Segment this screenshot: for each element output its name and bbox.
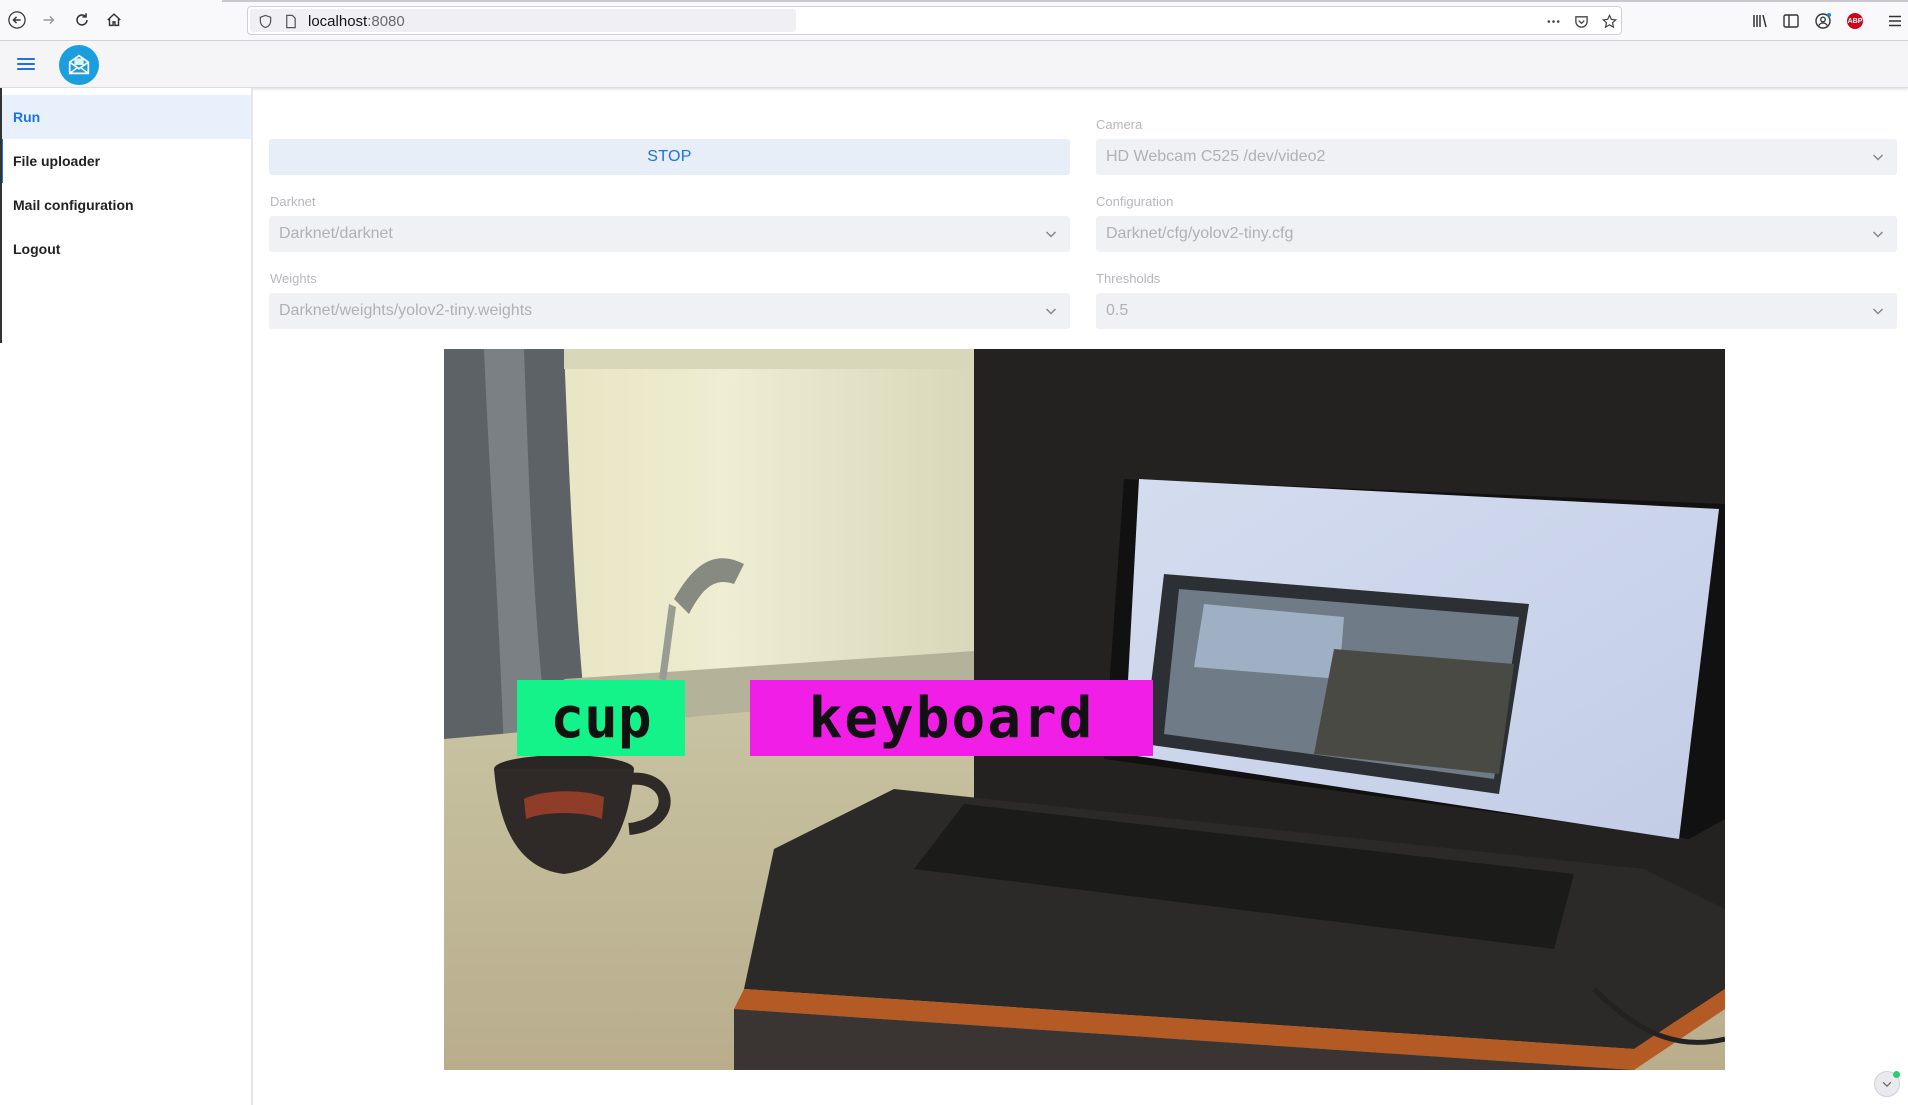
sidebar-item-label: Logout [13,241,61,257]
reload-icon [76,13,88,26]
app-menu-icon[interactable] [1885,11,1905,31]
app-header [0,41,1908,88]
detection-label-cup: cup [517,680,685,756]
bookmark-star-icon[interactable] [1600,12,1618,30]
forward-button[interactable] [35,6,63,34]
url-bar[interactable]: localhost:8080 [247,6,1622,35]
mail-logo-icon [68,54,90,75]
sidebar-item-label: Run [13,109,41,125]
chevron-down-icon [1045,231,1057,238]
home-icon [107,13,121,27]
back-arrow-icon [8,11,26,29]
configuration-value: Darknet/cfg/yolov2-tiny.cfg [1106,225,1294,242]
back-button[interactable] [3,6,31,34]
configuration-label: Configuration [1096,194,1174,209]
detection-label-keyboard: keyboard [750,680,1153,756]
sidebar-item-file-uploader[interactable]: File uploader [0,139,251,183]
library-icon[interactable] [1750,11,1770,31]
thresholds-label: Thresholds [1096,271,1161,286]
sidebar: Run File uploader Mail configuration Log… [0,88,253,1105]
camera-label: Camera [1096,117,1143,132]
sidebar-item-mail-configuration[interactable]: Mail configuration [0,183,251,227]
chevron-down-icon [1045,308,1057,315]
darknet-value: Darknet/darknet [279,225,393,242]
scroll-to-top-icon[interactable] [1874,1071,1900,1097]
thresholds-value: 0.5 [1106,302,1129,319]
chevron-down-icon [1872,308,1884,315]
stop-button[interactable]: STOP [269,139,1070,175]
browser-toolbar: localhost:8080 ABP [0,0,1908,41]
chevron-down-icon [1872,231,1884,238]
sidebar-item-run[interactable]: Run [0,95,251,139]
configuration-select[interactable]: Darknet/cfg/yolov2-tiny.cfg [1096,216,1897,252]
tab-strip-line [222,0,1908,2]
weights-select[interactable]: Darknet/weights/yolov2-tiny.weights [269,293,1070,329]
account-icon[interactable] [1813,11,1833,31]
chevron-down-icon [1872,154,1884,161]
sidebar-item-label: Mail configuration [13,197,134,213]
menu-toggle-button[interactable] [16,55,38,73]
weights-value: Darknet/weights/yolov2-tiny.weights [279,302,533,319]
camera-stream: cup keyboard [444,349,1725,1070]
detection-text: keyboard [808,685,1095,751]
detection-text: cup [550,685,652,751]
sidebar-item-logout[interactable]: Logout [0,227,251,271]
adblock-plus-icon[interactable]: ABP [1845,11,1865,31]
camera-value: HD Webcam C525 /dev/video2 [1106,148,1326,165]
weights-label: Weights [270,271,317,286]
thresholds-select[interactable]: 0.5 [1096,293,1897,329]
sidebar-edge [0,88,2,343]
url-text: localhost:8080 [308,13,405,30]
more-actions-icon[interactable] [1544,12,1562,30]
url-host: localhost [308,13,368,30]
reload-button[interactable] [68,6,96,34]
shield-icon[interactable] [256,12,274,30]
home-button[interactable] [100,6,128,34]
darknet-label: Darknet [270,194,316,209]
url-port: :8080 [367,13,405,30]
forward-arrow-icon [43,15,55,25]
app-logo [59,45,99,85]
page-icon [281,12,299,30]
darknet-select[interactable]: Darknet/darknet [269,216,1070,252]
status-dot [1893,1071,1900,1078]
camera-select[interactable]: HD Webcam C525 /dev/video2 [1096,139,1897,175]
sidebar-item-label: File uploader [13,153,101,169]
sidebar-toggle-icon[interactable] [1781,11,1801,31]
pocket-icon[interactable] [1572,12,1590,30]
